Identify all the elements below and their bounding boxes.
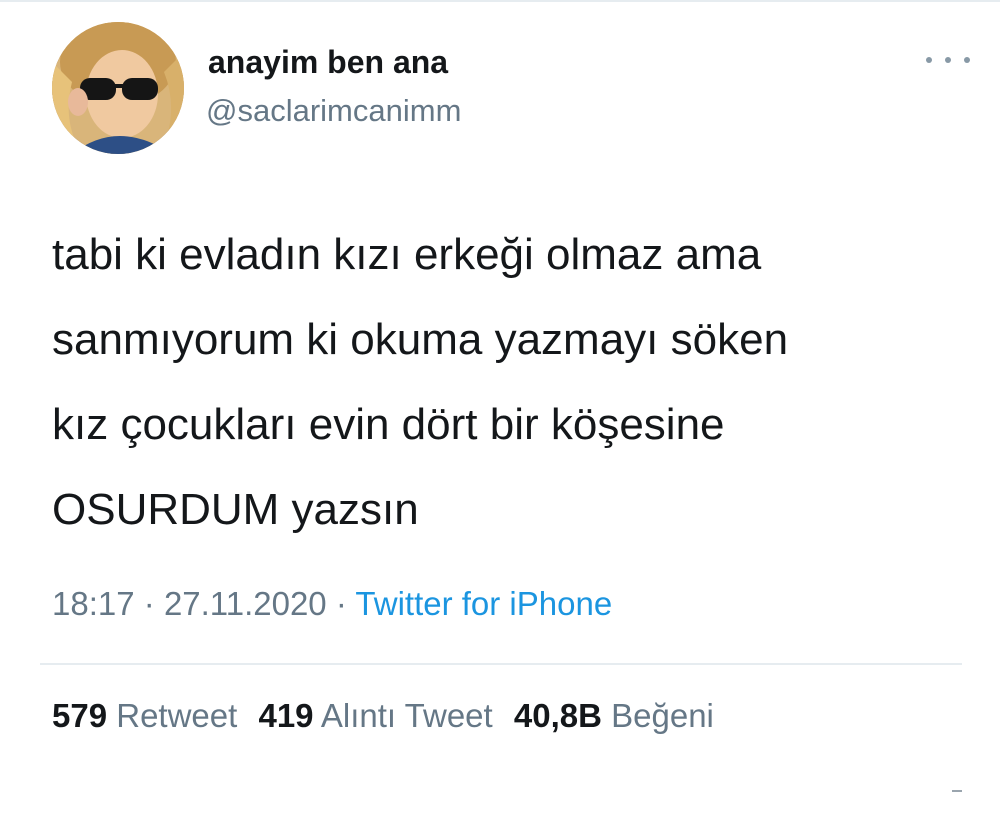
quotes-label: Alıntı Tweet	[320, 697, 493, 734]
dot	[926, 57, 932, 63]
stats-divider	[40, 663, 962, 665]
tweet-text-line: kız çocukları evin dört bir köşesine	[52, 400, 725, 449]
separator: ·	[335, 585, 347, 622]
retweets-count: 579	[52, 697, 108, 734]
tweet-time[interactable]: 18:17	[52, 585, 135, 622]
avatar-image	[52, 22, 184, 154]
more-options-icon[interactable]	[926, 50, 970, 70]
likes-count: 40,8B	[513, 697, 602, 734]
tweet-date[interactable]: 27.11.2020	[164, 585, 327, 622]
display-name[interactable]: anayim ben ana	[208, 44, 448, 81]
tweet-text-line: OSURDUM yazsın	[52, 485, 419, 534]
dot	[945, 57, 951, 63]
likes-label: Beğeni	[611, 697, 714, 734]
tweet-meta: 18:17 · 27.11.2020 · Twitter for iPhone	[52, 585, 612, 623]
tweet-text-line: tabi ki evladın kızı erkeği olmaz ama	[52, 230, 762, 279]
tweet-text-line: sanmıyorum ki okuma yazmayı söken	[52, 315, 789, 364]
quotes-count: 419	[258, 697, 314, 734]
dot	[964, 57, 970, 63]
quotes-stat[interactable]: 419 Alıntı Tweet	[258, 697, 492, 734]
likes-stat[interactable]: 40,8B Beğeni	[514, 697, 714, 734]
retweets-stat[interactable]: 579 Retweet	[52, 697, 237, 734]
separator: ·	[143, 585, 155, 622]
avatar[interactable]	[52, 22, 184, 154]
corner-mark	[952, 790, 962, 792]
user-handle[interactable]: @saclarimcanimm	[206, 93, 461, 129]
tweet-source-link[interactable]: Twitter for iPhone	[355, 585, 612, 622]
retweets-label: Retweet	[116, 697, 238, 734]
top-divider	[0, 0, 1000, 2]
tweet-text: tabi ki evladın kızı erkeği olmaz ama sa…	[52, 212, 952, 552]
tweet-stats: 579 Retweet 419 Alıntı Tweet 40,8B Beğen…	[52, 697, 726, 735]
